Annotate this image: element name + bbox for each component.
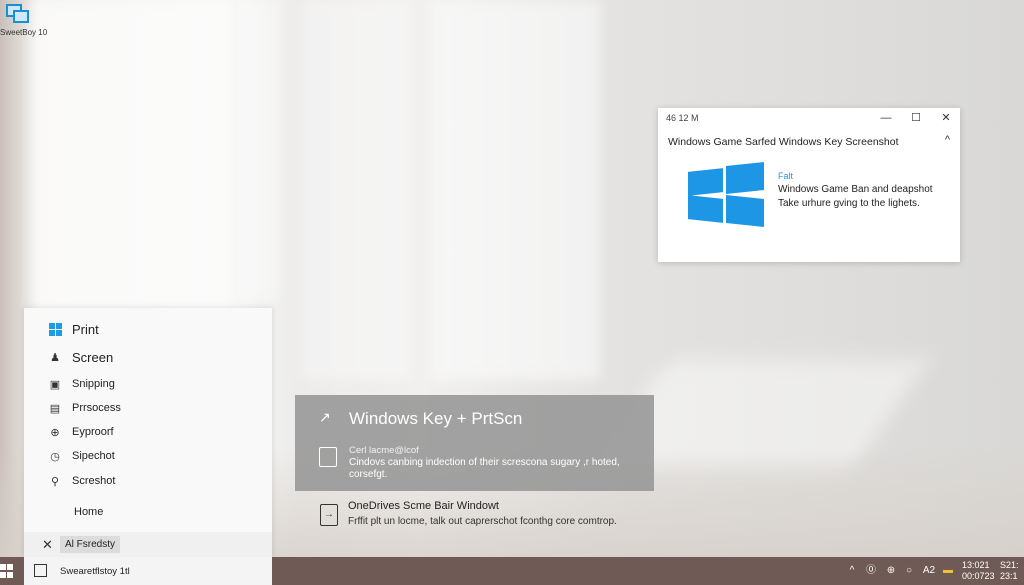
tip-description: Frffit plt un locme, talk out caprerscho… — [348, 516, 617, 527]
clock[interactable]: 13:021 00:0723 — [962, 560, 995, 582]
menu-item-snipping[interactable]: ▣ Snipping — [48, 377, 115, 391]
menu-item-label: Prrsocess — [72, 402, 121, 414]
start-menu-footer: ✕ Al Fsredsty — [24, 532, 272, 557]
window-time: 46 12 M — [666, 113, 699, 123]
title-bar: 46 12 M — ☐ ✕ — [658, 108, 960, 128]
collapse-button[interactable]: ^ — [945, 134, 950, 146]
clock-icon: ◷ — [50, 450, 60, 463]
document-icon — [319, 447, 337, 467]
circle-icon[interactable]: ○ — [902, 557, 916, 585]
shortcut-subtitle: Cerl lacme@lcof — [349, 445, 419, 456]
search-text: Swearetflstoy 1tl — [60, 566, 130, 577]
footer-badge[interactable]: Al Fsredsty — [60, 536, 121, 553]
clock-date: 00:0723 — [962, 571, 995, 581]
search-icon: ⚲ — [50, 475, 60, 488]
menu-item-export[interactable]: ⊕ Eyproorf — [48, 425, 114, 439]
clock-secondary-bottom: 23:1 — [1000, 571, 1018, 581]
globe-icon: ⊕ — [50, 426, 60, 439]
windows-logo-icon — [688, 162, 764, 227]
shortcut-title: Windows Key + PrtScn — [349, 409, 523, 428]
shortcut-description: Cindovs canbing indection of their scres… — [349, 457, 620, 480]
close-button[interactable]: ✕ — [936, 110, 956, 126]
minimize-button[interactable]: — — [876, 110, 896, 126]
notification-text: Windows Game Ban and deapshot — [778, 184, 933, 195]
menu-item-label: Screshot — [72, 475, 116, 487]
show-hidden-icons-button[interactable]: ^ — [846, 557, 858, 585]
help-icon[interactable]: ⓪ — [864, 557, 878, 585]
menu-item-label: Sipechot — [72, 450, 115, 462]
tip-title: OneDrives Scme Bair Windowt — [348, 500, 499, 512]
desktop-icon[interactable]: SweetBoy 10 — [0, 4, 48, 37]
process-icon: ▤ — [49, 402, 61, 415]
grid-icon — [34, 564, 47, 577]
snip-icon: ▣ — [49, 378, 61, 391]
maximize-button[interactable]: ☐ — [906, 110, 926, 126]
menu-item-process[interactable]: ▤ Prrsocess — [48, 401, 121, 415]
shortcut-card[interactable]: ↗ Windows Key + PrtScn Cerl lacme@lcof C… — [295, 395, 654, 491]
menu-item-label: Snipping — [72, 378, 115, 390]
clock-time: 13:021 — [962, 560, 990, 570]
notification-label: Falt — [778, 171, 794, 181]
menu-item-home[interactable]: Home — [74, 506, 103, 518]
start-button[interactable] — [0, 564, 14, 578]
notification-window: 46 12 M — ☐ ✕ Windows Game Sarfed Window… — [658, 108, 960, 262]
menu-item-label: Screen — [72, 350, 114, 365]
window-light — [300, 0, 410, 380]
chart-icon: ↗ — [319, 409, 331, 425]
close-icon[interactable]: ✕ — [42, 537, 53, 553]
menu-item-label: Print — [72, 322, 99, 337]
menu-item-label: Eyproorf — [72, 426, 114, 438]
window-light — [430, 0, 600, 380]
language-indicator[interactable]: A2 — [919, 557, 939, 585]
window-light — [30, 0, 230, 320]
menu-item-label: Home — [74, 506, 104, 518]
menu-item-screen[interactable]: ♟ Screen — [48, 350, 113, 365]
clock-secondary[interactable]: S21: 23:1 — [1000, 560, 1019, 582]
notification-heading: Windows Game Sarfed Windows Key Screensh… — [668, 136, 899, 148]
taskbar-search[interactable]: Swearetflstoy 1tl — [24, 557, 272, 585]
window-light — [240, 0, 280, 300]
menu-item-screenshot[interactable]: ⚲ Screshot — [48, 474, 115, 488]
notification-text: Take urhure gving to the lighets. — [778, 198, 920, 209]
import-icon: → — [320, 504, 338, 526]
taskbar: Swearetflstoy 1tl ^ ⓪ ⊕ ○ A2 ▬ 13:021 00… — [0, 557, 1024, 585]
desktop-icon-label: SweetBoy 10 — [0, 28, 48, 37]
monitor-icon — [6, 4, 29, 24]
network-icon[interactable]: ⊕ — [884, 557, 898, 585]
windows-logo-icon — [48, 323, 62, 337]
start-menu: Print ♟ Screen ▣ Snipping ▤ Prrsocess ⊕ … — [24, 308, 272, 557]
menu-item-sipechot[interactable]: ◷ Sipechot — [48, 449, 115, 463]
person-icon: ♟ — [50, 352, 60, 364]
menu-item-print[interactable]: Print — [48, 322, 99, 337]
clock-secondary-top: S21: — [1000, 560, 1019, 570]
battery-icon[interactable]: ▬ — [941, 557, 955, 585]
